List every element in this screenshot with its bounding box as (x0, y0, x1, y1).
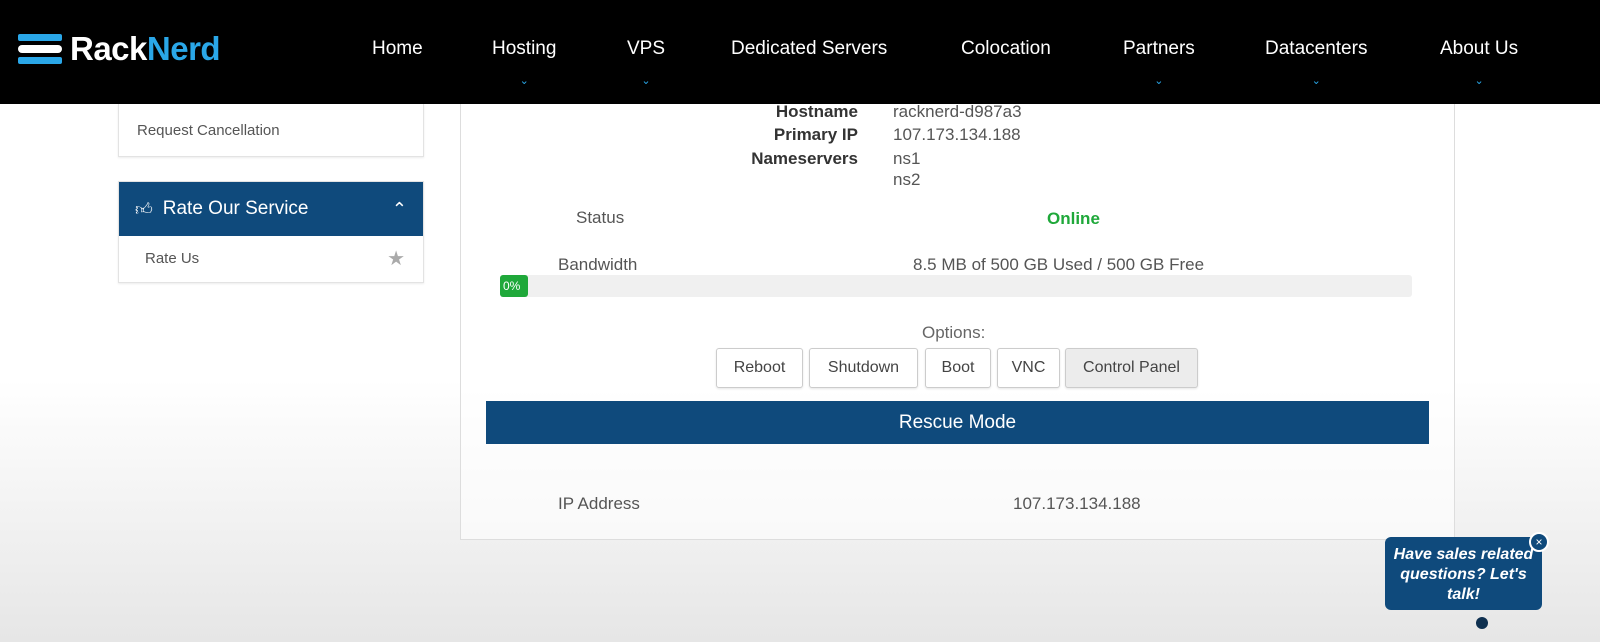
nav-about-us[interactable]: About Us ⌄ (1440, 38, 1518, 87)
star-icon: ★ (387, 248, 405, 270)
hostname-value: racknerd-d987a3 (893, 102, 1022, 121)
hostname-label: Hostname (775, 102, 858, 121)
bandwidth-progress-bar: 0% (500, 275, 1412, 297)
ip-address-value: 107.173.134.188 (1013, 494, 1141, 513)
shutdown-button[interactable]: Shutdown (809, 348, 918, 388)
request-cancellation-link[interactable]: Request Cancellation (119, 104, 423, 156)
chevron-down-icon: ⌄ (641, 75, 651, 87)
nav-partners[interactable]: Partners ⌄ (1123, 38, 1195, 87)
chevron-down-icon: ⌄ (1154, 75, 1164, 87)
bandwidth-progress-fill: 0% (500, 275, 528, 297)
nav-colocation[interactable]: Colocation (961, 38, 1051, 60)
primary-ip-label: Primary IP (773, 125, 858, 144)
thumbs-up-icon: 👍︎ (135, 199, 153, 219)
nameservers-label: Nameservers (751, 149, 858, 168)
nav-datacenters[interactable]: Datacenters ⌄ (1265, 38, 1367, 87)
sidebar-actions: Request Cancellation (118, 104, 424, 157)
logo-text-rack: Rack (70, 30, 147, 67)
nav-hosting[interactable]: Hosting ⌄ (492, 38, 556, 87)
rate-service-panel: 👍︎ Rate Our Service ⌃ Rate Us ★ (118, 181, 424, 283)
nav-home[interactable]: Home (372, 38, 423, 60)
chevron-down-icon: ⌄ (1474, 75, 1484, 87)
chevron-down-icon: ⌄ (1311, 75, 1321, 87)
close-icon[interactable]: × (1529, 532, 1549, 552)
nav-vps[interactable]: VPS ⌄ (627, 38, 665, 87)
ip-address-label: IP Address (558, 494, 640, 513)
racknerd-logo[interactable]: RackNerd (18, 30, 221, 68)
rate-us-link[interactable]: Rate Us ★ (119, 236, 423, 282)
options-label: Options: (922, 323, 986, 342)
vnc-button[interactable]: VNC (997, 348, 1060, 388)
ns2-value: ns2 (893, 170, 921, 189)
rate-service-header[interactable]: 👍︎ Rate Our Service ⌃ (119, 182, 423, 236)
boot-button[interactable]: Boot (925, 348, 991, 388)
rate-us-label: Rate Us (145, 250, 200, 267)
top-navbar: RackNerd Home Hosting ⌄ VPS ⌄ Dedicated Se… (0, 0, 1600, 104)
bandwidth-label: Bandwidth (558, 255, 638, 274)
logo-icon (18, 34, 62, 64)
ns1-value: ns1 (893, 149, 921, 168)
status-badge: Online (1047, 209, 1100, 228)
primary-ip-value: 107.173.134.188 (893, 125, 1021, 144)
reboot-button[interactable]: Reboot (716, 348, 803, 388)
chat-pointer-dot (1476, 617, 1488, 629)
bandwidth-value: 8.5 MB of 500 GB Used / 500 GB Free (913, 255, 1205, 274)
control-panel-button[interactable]: Control Panel (1065, 348, 1198, 388)
chevron-down-icon: ⌄ (519, 75, 529, 87)
sales-chat-bubble[interactable]: Have sales related questions? Let's talk… (1385, 537, 1542, 610)
rate-service-title: Rate Our Service (162, 198, 309, 219)
server-details-card (460, 104, 1455, 540)
logo-text-nerd: Nerd (146, 30, 221, 67)
nav-dedicated-servers[interactable]: Dedicated Servers (731, 38, 887, 60)
chevron-up-icon: ⌃ (391, 198, 407, 219)
status-label: Status (576, 208, 625, 227)
rescue-mode-header[interactable]: Rescue Mode (486, 401, 1429, 444)
